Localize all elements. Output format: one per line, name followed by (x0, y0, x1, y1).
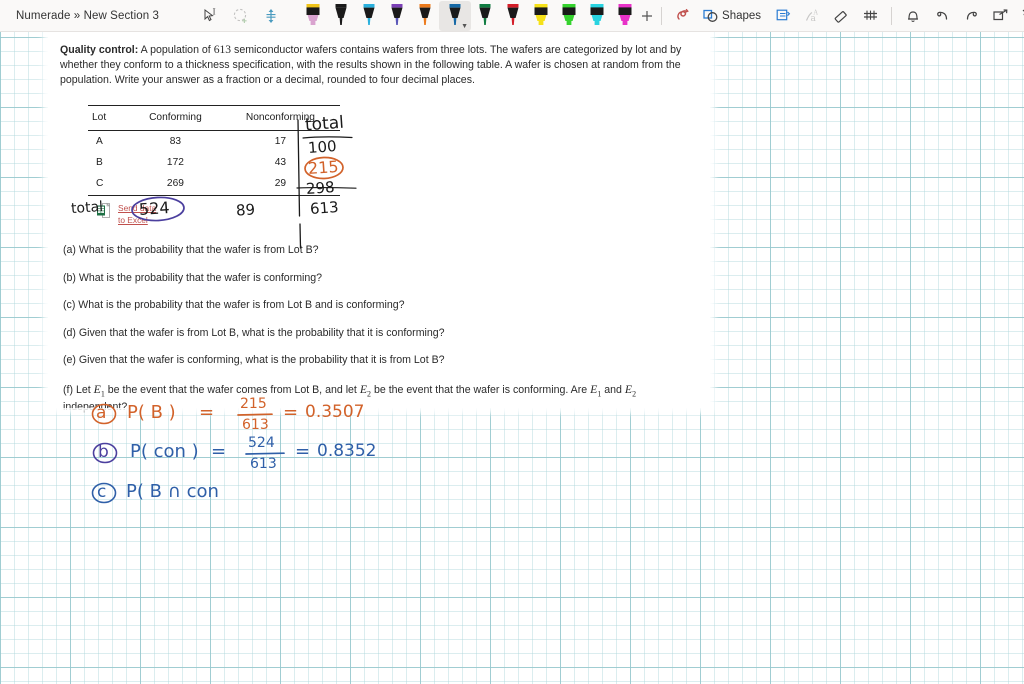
pan-move-tool[interactable] (257, 3, 285, 29)
problem-intro: Quality control: A population of 613 sem… (60, 42, 696, 89)
pen-green[interactable] (471, 1, 499, 31)
table-row: A 83 17 (88, 131, 340, 153)
insert-space-tool[interactable] (769, 3, 797, 29)
top-toolbar: Numerade » New Section 3 I ▼ Shapes a A (0, 0, 1024, 32)
highlighter-green[interactable] (555, 1, 583, 31)
lasso-select-tool[interactable] (227, 3, 255, 29)
ink-to-shape-tool[interactable] (669, 3, 697, 29)
svg-text:I: I (213, 7, 216, 16)
qf-seg3: be the event that the wafer is conformin… (371, 383, 591, 396)
editing-tools-group: Shapes a A (655, 3, 1024, 29)
header-lot: Lot (88, 104, 130, 132)
shapes-button[interactable]: Shapes (698, 3, 768, 29)
cell-nonconforming: 43 (274, 156, 287, 168)
qf-event-3: E1 (590, 381, 602, 399)
send-data-to-excel-link[interactable]: Send data to Excel (96, 202, 696, 226)
pen-eraser-pink[interactable] (299, 1, 327, 31)
qf-seg4: and (601, 383, 625, 396)
header-conforming: Conforming (130, 104, 221, 132)
collapse-ribbon-button[interactable] (1015, 3, 1024, 29)
ruler-tool[interactable] (856, 3, 884, 29)
toolbar-divider-3 (891, 6, 893, 25)
share-button[interactable] (986, 3, 1014, 29)
question-c: (c) What is the probability that the waf… (63, 299, 405, 312)
cell-conforming: 83 (169, 135, 182, 147)
cell-nonconforming: 29 (220, 173, 340, 197)
questions-list: (a) What is the probability that the waf… (63, 243, 696, 414)
undo-button[interactable] (928, 3, 956, 29)
question-b: (b) What is the probability that the waf… (63, 271, 323, 284)
cell-lot: A (96, 135, 103, 147)
pen-black[interactable] (327, 1, 355, 31)
table-header-row: Lot Conforming Nonconforming (88, 104, 340, 132)
send-data-line2: to Excel (118, 214, 148, 225)
qf-seg1: (f) Let (63, 383, 94, 396)
cell-lot: B (96, 156, 103, 168)
qf-seg2: be the event that the wafer comes from L… (104, 383, 360, 396)
problem-content-panel[interactable]: Quality control: A population of 613 sem… (48, 26, 710, 413)
question-a: (a) What is the probability that the waf… (63, 244, 319, 257)
chevron-down-icon[interactable]: ▼ (461, 23, 468, 30)
pen-orange[interactable] (411, 1, 439, 31)
send-data-line1: Send data (118, 203, 157, 214)
cell-lot: C (88, 173, 130, 197)
highlighter-cyan[interactable] (583, 1, 611, 31)
shapes-icon (703, 9, 718, 22)
cell-nonconforming: 17 (274, 135, 287, 147)
pen-red[interactable] (499, 1, 527, 31)
problem-title: Quality control: (60, 44, 139, 56)
shapes-label: Shapes (722, 9, 762, 22)
question-e: (e) Given that the wafer is conforming, … (63, 354, 445, 367)
qf-event-1: E1 (93, 381, 105, 399)
pen-cyan[interactable] (355, 1, 383, 31)
redo-button[interactable] (957, 3, 985, 29)
population-value: 613 (213, 43, 232, 56)
highlighter-yellow[interactable] (527, 1, 555, 31)
breadcrumb: Numerade » New Section 3 (16, 9, 160, 22)
question-f: (f) Let E1 be the event that the wafer c… (63, 381, 696, 415)
table-row: B 172 43 (88, 152, 340, 173)
cell-conforming: 172 (166, 156, 184, 168)
pen-purple[interactable] (383, 1, 411, 31)
qf-seg5: independent? (63, 400, 128, 413)
select-lasso-text-tool[interactable]: I (197, 3, 225, 29)
table-row: C 269 29 (88, 173, 340, 197)
selection-tools-group: I (197, 3, 285, 29)
cell-conforming: 269 (130, 173, 221, 197)
toolbar-divider-2 (661, 6, 663, 25)
send-data-label[interactable]: Send data to Excel (118, 202, 156, 226)
qf-event-4: E2 (624, 381, 637, 399)
question-d: (d) Given that the wafer is from Lot B, … (63, 326, 445, 339)
intro-text-1: A population of (138, 44, 214, 56)
ink-to-text-tool[interactable]: a A (798, 3, 826, 29)
svg-text:A: A (813, 9, 819, 16)
pen-palette: ▼ (299, 0, 639, 31)
eraser-tool[interactable] (827, 3, 855, 29)
data-table: Lot Conforming Nonconforming A 83 17 B 1… (88, 104, 340, 197)
highlighter-magenta[interactable] (611, 1, 639, 31)
add-pen-button[interactable] (639, 3, 655, 29)
excel-icon (97, 203, 111, 219)
reminder-bell-icon[interactable] (899, 3, 927, 29)
header-nonconforming: Nonconforming (220, 104, 340, 132)
qf-event-2: E2 (359, 381, 372, 399)
pen-blue[interactable]: ▼ (439, 0, 472, 31)
